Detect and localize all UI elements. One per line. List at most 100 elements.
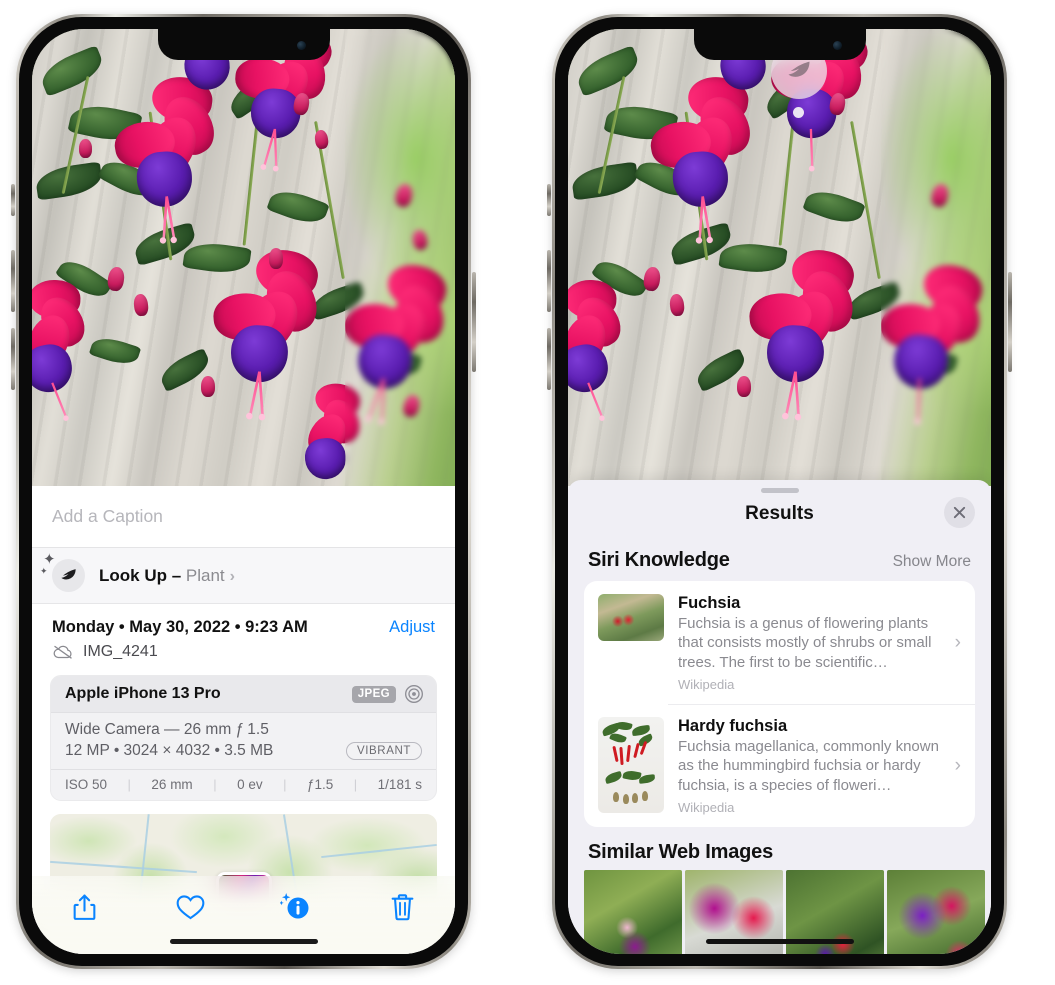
close-button[interactable] — [944, 497, 975, 528]
power-button[interactable] — [472, 272, 476, 372]
trash-icon — [391, 894, 414, 921]
exif-divider: | — [353, 777, 358, 792]
size-info-row: 12 MP • 3024 × 4032 • 3.5 MB VIBRANT — [65, 742, 422, 760]
mute-switch[interactable] — [11, 184, 15, 216]
photo-date: Monday • May 30, 2022 • 9:23 AM — [52, 618, 308, 636]
screen-left: Add a Caption ✦ ✦ Look Up – Plant › Mond… — [32, 29, 455, 954]
knowledge-title: Hardy fuchsia — [678, 717, 788, 736]
similar-web-images-header: Similar Web Images — [568, 827, 991, 870]
notch-right — [693, 29, 866, 60]
camera-metadata-card[interactable]: Apple iPhone 13 Pro JPEG Wide Camera — 2… — [50, 675, 437, 801]
photo-info-sheet: Add a Caption ✦ ✦ Look Up – Plant › Mond… — [32, 486, 455, 954]
knowledge-text: Fuchsia Fuchsia is a genus of flowering … — [678, 594, 955, 692]
exif-row: ISO 50 | 26 mm | 0 ev | ƒ1.5 | 1/181 s — [51, 769, 436, 800]
siri-knowledge-header: Siri Knowledge Show More — [568, 535, 991, 581]
favorite-button[interactable] — [169, 888, 213, 926]
screen-right: Results Siri Knowledge Show More Fuchsia… — [568, 29, 991, 954]
exif-focal-length: 26 mm — [151, 777, 193, 792]
share-icon — [74, 894, 96, 920]
date-row: Monday • May 30, 2022 • 9:23 AM Adjust — [52, 618, 435, 637]
knowledge-thumbnail — [598, 717, 664, 814]
resolution-info: 12 MP • 3024 × 4032 • 3.5 MB — [65, 742, 274, 759]
front-camera-icon — [832, 41, 842, 50]
knowledge-source: Wikipedia — [678, 800, 735, 816]
visual-lookup-anchor-dot — [793, 107, 804, 118]
info-button[interactable] — [274, 888, 318, 926]
front-camera-icon — [296, 41, 306, 50]
exif-divider: | — [127, 777, 131, 792]
icloud-slash-icon — [53, 645, 72, 659]
leaf-icon: ✦ ✦ — [40, 552, 85, 592]
screenshot-stage: Add a Caption ✦ ✦ Look Up – Plant › Mond… — [0, 0, 1055, 985]
look-up-label: Look Up – — [99, 565, 186, 585]
share-button[interactable] — [63, 888, 107, 926]
list-item[interactable]: Fuchsia Fuchsia is a genus of flowering … — [584, 581, 975, 704]
vibrant-badge: VIBRANT — [345, 742, 422, 760]
camera-device-name: Apple iPhone 13 Pro — [65, 685, 221, 702]
show-more-button[interactable]: Show More — [893, 553, 971, 571]
aperture-icon — [405, 685, 423, 703]
results-sheet: Results Siri Knowledge Show More Fuchsia… — [568, 480, 991, 954]
power-button[interactable] — [1008, 272, 1012, 372]
look-up-label-wrap: Look Up – Plant › — [99, 566, 235, 586]
exif-divider: | — [283, 777, 287, 792]
notch-left — [157, 29, 330, 60]
chevron-right-icon: › — [954, 755, 961, 777]
knowledge-title: Fuchsia — [678, 594, 741, 612]
chevron-right-icon: › — [229, 567, 235, 585]
sparkle-icon: ✦ — [43, 551, 56, 568]
home-indicator[interactable] — [169, 939, 318, 944]
photo-filename: IMG_4241 — [83, 643, 158, 660]
delete-button[interactable] — [380, 888, 424, 926]
mute-switch[interactable] — [547, 184, 551, 216]
close-icon — [953, 506, 966, 519]
caption-field-row[interactable]: Add a Caption — [32, 486, 455, 548]
exif-exposure-comp: 0 ev — [237, 777, 263, 792]
home-indicator[interactable] — [705, 939, 854, 944]
photo-depth-blur — [881, 29, 991, 486]
volume-down-button[interactable] — [11, 328, 15, 390]
exif-divider: | — [213, 777, 217, 792]
volume-up-button[interactable] — [547, 250, 551, 312]
list-item[interactable]: Hardy fuchsia Fuchsia magellanica, commo… — [584, 704, 975, 827]
exif-aperture: ƒ1.5 — [307, 777, 334, 792]
photo-viewer[interactable] — [568, 29, 991, 486]
info-sparkle-icon — [280, 893, 309, 919]
photo-depth-blur — [345, 29, 455, 486]
similar-web-images-title: Similar Web Images — [588, 841, 773, 864]
knowledge-text: Hardy fuchsia Fuchsia magellanica, commo… — [678, 717, 955, 815]
volume-down-button[interactable] — [547, 328, 551, 390]
exif-shutter: 1/181 s — [377, 777, 422, 792]
knowledge-source: Wikipedia — [678, 677, 735, 693]
knowledge-description: Fuchsia magellanica, commonly known as t… — [678, 738, 939, 794]
device-bezel-right: Results Siri Knowledge Show More Fuchsia… — [555, 17, 1004, 966]
volume-up-button[interactable] — [11, 250, 15, 312]
heart-icon — [176, 895, 205, 920]
lens-info: Wide Camera — 26 mm ƒ 1.5 — [65, 721, 269, 738]
web-image-thumbnail[interactable] — [584, 870, 682, 954]
sparkle-small-icon: ✦ — [40, 566, 48, 576]
results-header: Results — [568, 493, 991, 535]
device-bezel-left: Add a Caption ✦ ✦ Look Up – Plant › Mond… — [19, 17, 468, 966]
knowledge-description: Fuchsia is a genus of flowering plants t… — [678, 615, 932, 671]
iphone-device-right: Results Siri Knowledge Show More Fuchsia… — [547, 14, 1012, 969]
web-image-thumbnail[interactable] — [887, 870, 985, 954]
look-up-plant-row[interactable]: ✦ ✦ Look Up – Plant › — [32, 548, 455, 604]
results-title: Results — [745, 503, 814, 524]
knowledge-thumbnail — [598, 594, 664, 641]
date-and-file-block: Monday • May 30, 2022 • 9:23 AM Adjust I… — [32, 604, 455, 661]
siri-knowledge-list: Fuchsia Fuchsia is a genus of flowering … — [584, 581, 975, 828]
chevron-right-icon: › — [954, 632, 961, 654]
format-badge: JPEG — [351, 685, 396, 703]
metadata-header-tags: JPEG — [351, 684, 424, 704]
adjust-button[interactable]: Adjust — [389, 618, 435, 637]
look-up-subject: Plant — [185, 565, 225, 585]
siri-knowledge-title: Siri Knowledge — [588, 549, 730, 571]
caption-placeholder: Add a Caption — [52, 506, 163, 526]
filename-row: IMG_4241 — [52, 643, 435, 661]
camera-metadata-body: Wide Camera — 26 mm ƒ 1.5 12 MP • 3024 ×… — [51, 713, 436, 769]
exif-iso: ISO 50 — [65, 777, 108, 792]
camera-metadata-header: Apple iPhone 13 Pro JPEG — [51, 676, 436, 713]
photo-viewer[interactable] — [32, 29, 455, 486]
iphone-device-left: Add a Caption ✦ ✦ Look Up – Plant › Mond… — [11, 14, 476, 969]
